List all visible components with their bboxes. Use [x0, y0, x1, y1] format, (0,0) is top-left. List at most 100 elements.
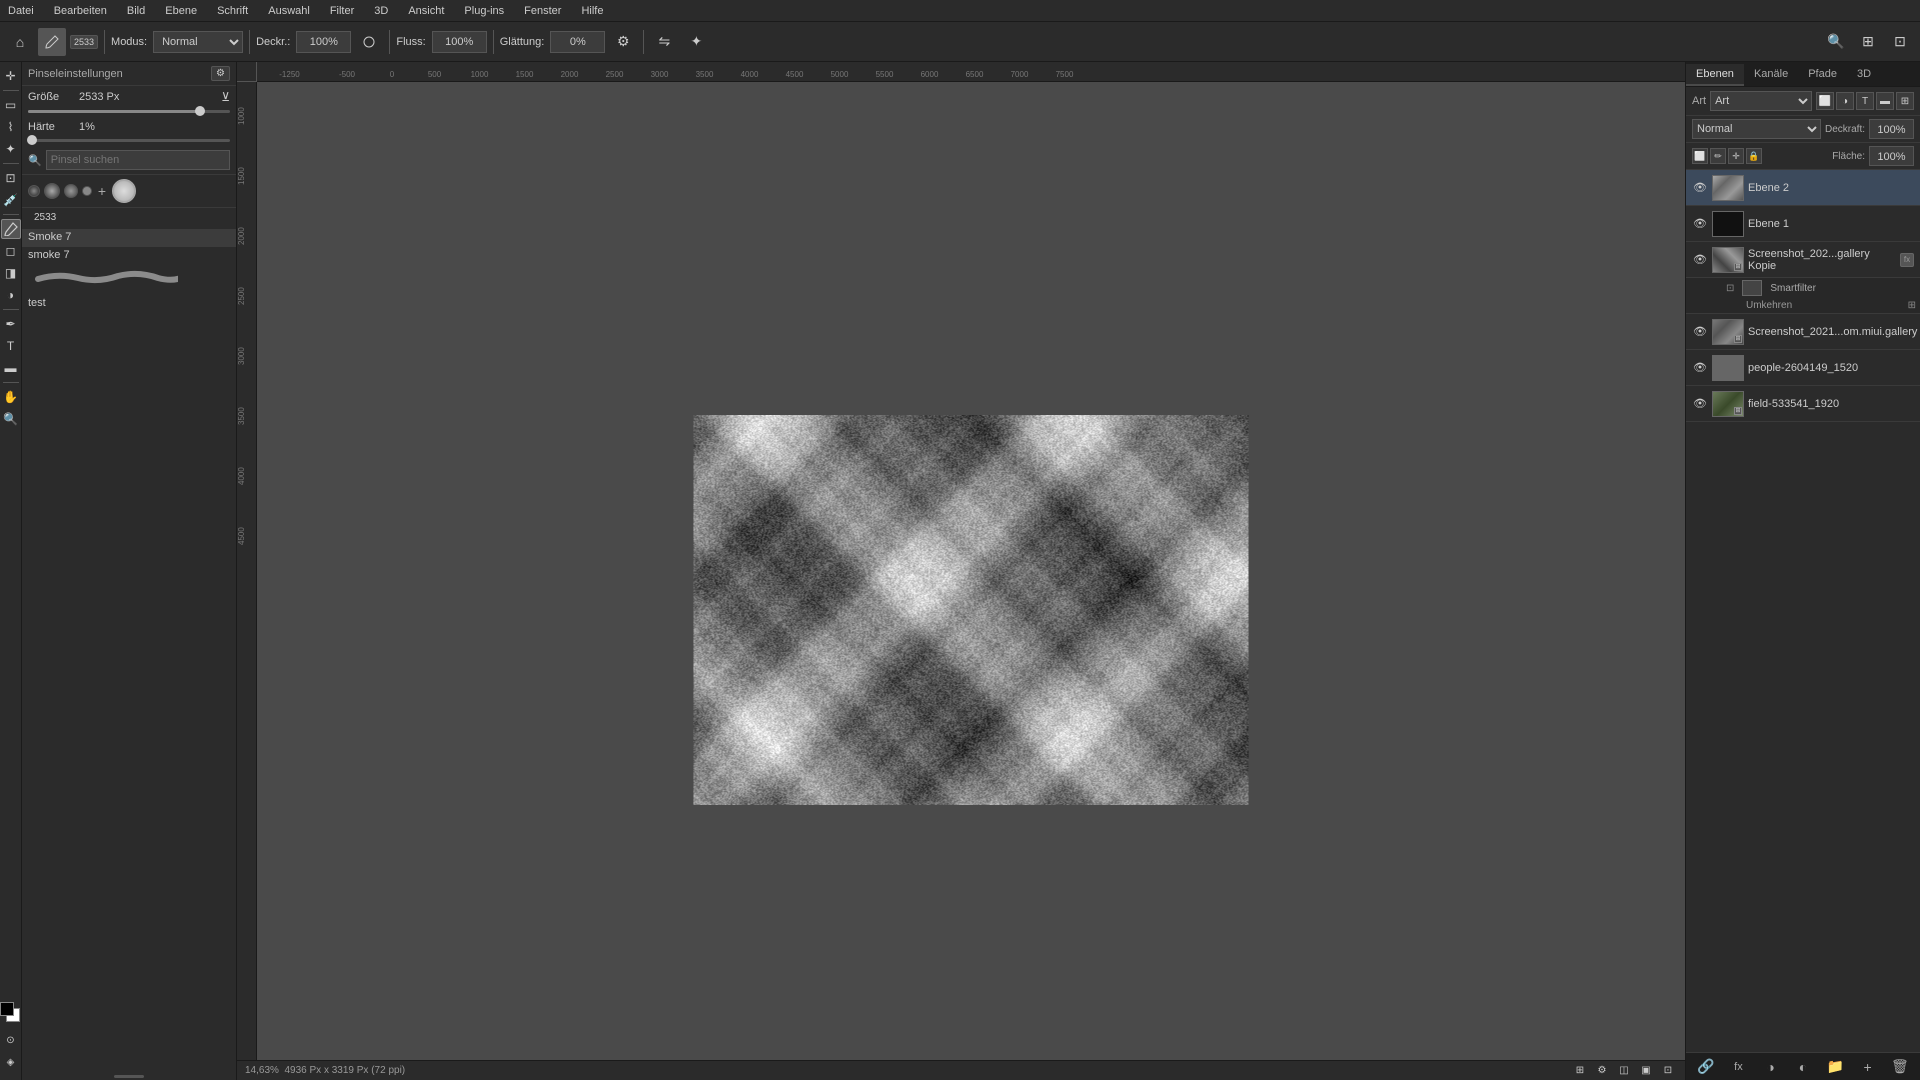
tab-pfade[interactable]: Pfade — [1798, 64, 1847, 86]
brush-group-smoke7[interactable]: Smoke 7 — [22, 229, 236, 247]
dodge-tool[interactable]: ◑ — [1, 285, 21, 305]
preset-5[interactable] — [112, 179, 136, 203]
menu-item-filter[interactable]: Filter — [326, 3, 358, 19]
preset-1[interactable] — [28, 185, 40, 197]
menu-item-bearbeiten[interactable]: Bearbeiten — [50, 3, 111, 19]
brush-tool-button[interactable] — [38, 28, 66, 56]
size-slider-thumb[interactable] — [195, 106, 205, 116]
hardness-slider-thumb[interactable] — [27, 135, 37, 145]
smooth-input[interactable] — [550, 31, 605, 53]
brush-item-test[interactable]: test — [22, 295, 236, 313]
brush-item-smoke7[interactable]: smoke 7 — [22, 247, 236, 295]
layer-item-ebene2[interactable]: 👁 Ebene 2 — [1686, 170, 1920, 206]
lock-all-btn[interactable]: 🔒 — [1746, 148, 1762, 164]
eyedropper-tool[interactable]: 💉 — [1, 190, 21, 210]
fill-value[interactable]: 100% — [1869, 146, 1914, 166]
magic-wand-tool[interactable]: ✦ — [1, 139, 21, 159]
eraser-tool[interactable]: ◻ — [1, 241, 21, 261]
lock-transparent-btn[interactable]: ⬜ — [1692, 148, 1708, 164]
filter-icon-pixel[interactable]: ⬜ — [1816, 92, 1834, 110]
size-slider-track[interactable] — [28, 110, 230, 113]
status-icon-2[interactable]: ⚙ — [1593, 1062, 1611, 1080]
brush-options-button[interactable] — [355, 28, 383, 56]
filter-icon-smart[interactable]: ⊞ — [1896, 92, 1914, 110]
layer-visibility-field[interactable]: 👁 — [1692, 396, 1708, 412]
brush-list[interactable]: Smoke 7 smoke 7 test — [22, 227, 236, 1072]
arrange-button[interactable]: ⊡ — [1886, 28, 1914, 56]
scroll-bar[interactable] — [114, 1075, 144, 1078]
new-layer-btn[interactable]: + — [1858, 1057, 1878, 1077]
lasso-tool[interactable]: ⌇ — [1, 117, 21, 137]
brush-size-expand[interactable]: ⊻ — [221, 90, 230, 104]
hand-tool[interactable]: ✋ — [1, 387, 21, 407]
hardness-slider-track[interactable] — [28, 139, 230, 142]
filter-icon-shape[interactable]: ▬ — [1876, 92, 1894, 110]
layer-item-screenshot2021[interactable]: 👁 ⊞ Screenshot_2021...om.miui.gallery — [1686, 314, 1920, 350]
lock-position-btn[interactable]: ✛ — [1728, 148, 1744, 164]
adjustment-btn[interactable]: ◐ — [1793, 1057, 1813, 1077]
layer-item-people[interactable]: 👁 people-2604149_1520 — [1686, 350, 1920, 386]
tab-3d[interactable]: 3D — [1847, 64, 1881, 86]
brush-tool[interactable] — [1, 219, 21, 239]
home-button[interactable]: ⌂ — [6, 28, 34, 56]
preset-4[interactable] — [82, 186, 92, 196]
menu-item-bild[interactable]: Bild — [123, 3, 149, 19]
menu-item-schrift[interactable]: Schrift — [213, 3, 252, 19]
brush-search-input[interactable] — [46, 150, 230, 170]
pen-tool[interactable]: ✒ — [1, 314, 21, 334]
menu-item-hilfe[interactable]: Hilfe — [577, 3, 607, 19]
symmetry-button[interactable]: ⇋ — [650, 28, 678, 56]
layer-visibility-screenshot2021[interactable]: 👁 — [1692, 324, 1708, 340]
add-preset-button[interactable]: + — [96, 185, 108, 197]
preset-2[interactable] — [44, 183, 60, 199]
foreground-color[interactable] — [0, 1002, 14, 1016]
pressure-button[interactable]: ✦ — [682, 28, 710, 56]
smartfilter-effect-item[interactable]: Umkehren ⊞ — [1722, 298, 1920, 313]
flow-input[interactable] — [432, 31, 487, 53]
opacity-input[interactable] — [296, 31, 351, 53]
tab-ebenen[interactable]: Ebenen — [1686, 64, 1744, 86]
channel-button[interactable]: ◈ — [1, 1052, 21, 1072]
zoom-fit-button[interactable]: ⊞ — [1854, 28, 1882, 56]
layer-fx-icon[interactable]: fx — [1900, 253, 1914, 267]
move-tool[interactable]: ✛ — [1, 66, 21, 86]
filter-select[interactable]: Art Alle Pixel Form Text — [1710, 91, 1812, 111]
add-style-btn[interactable]: fx — [1728, 1057, 1748, 1077]
opacity-value[interactable]: 100% — [1869, 119, 1914, 139]
layer-item-screenshot-kopie[interactable]: 👁 ⊞ Screenshot_202...gallery Kopie fx — [1686, 242, 1920, 278]
marquee-tool[interactable]: ▭ — [1, 95, 21, 115]
delete-layer-btn[interactable]: 🗑 — [1890, 1057, 1910, 1077]
menu-item-auswahl[interactable]: Auswahl — [264, 3, 314, 19]
text-tool[interactable]: T — [1, 336, 21, 356]
status-icon-3[interactable]: ◫ — [1615, 1062, 1633, 1080]
layer-visibility-people[interactable]: 👁 — [1692, 360, 1708, 376]
layer-visibility-ebene2[interactable]: 👁 — [1692, 180, 1708, 196]
lock-pixels-btn[interactable]: ✏ — [1710, 148, 1726, 164]
filter-icon-text[interactable]: T — [1856, 92, 1874, 110]
menu-item-ansicht[interactable]: Ansicht — [404, 3, 448, 19]
layer-visibility-ebene1[interactable]: 👁 — [1692, 216, 1708, 232]
brush-settings-btn[interactable]: ⚙ — [211, 66, 230, 81]
zoom-tool[interactable]: 🔍 — [1, 409, 21, 429]
canvas-viewport[interactable] — [257, 82, 1685, 1060]
gradient-tool[interactable]: ◨ — [1, 263, 21, 283]
blend-mode-select[interactable]: Normal Auflösen Multiplizieren — [1692, 119, 1821, 139]
status-icon-4[interactable]: ▣ — [1637, 1062, 1655, 1080]
crop-tool[interactable]: ⊡ — [1, 168, 21, 188]
mode-select[interactable]: Normal Auflösen — [153, 31, 243, 53]
menu-item-ebene[interactable]: Ebene — [161, 3, 201, 19]
smartfilter-item[interactable]: ⊡ Smartfilter — [1722, 278, 1920, 298]
menu-item-fenster[interactable]: Fenster — [520, 3, 565, 19]
status-icon-1[interactable]: ⊞ — [1571, 1062, 1589, 1080]
menu-item-3d[interactable]: 3D — [370, 3, 392, 19]
link-layers-btn[interactable]: 🔗 — [1696, 1057, 1716, 1077]
add-mask-btn[interactable]: ◑ — [1761, 1057, 1781, 1077]
search-button[interactable]: 🔍 — [1822, 28, 1850, 56]
shape-tool[interactable]: ▬ — [1, 358, 21, 378]
filter-icon-adjust[interactable]: ◑ — [1836, 92, 1854, 110]
menu-item-datei[interactable]: Datei — [4, 3, 38, 19]
smooth-settings-button[interactable]: ⚙ — [609, 28, 637, 56]
group-btn[interactable]: 📁 — [1825, 1057, 1845, 1077]
status-icon-5[interactable]: ⊡ — [1659, 1062, 1677, 1080]
menu-item-plugins[interactable]: Plug-ins — [460, 3, 508, 19]
